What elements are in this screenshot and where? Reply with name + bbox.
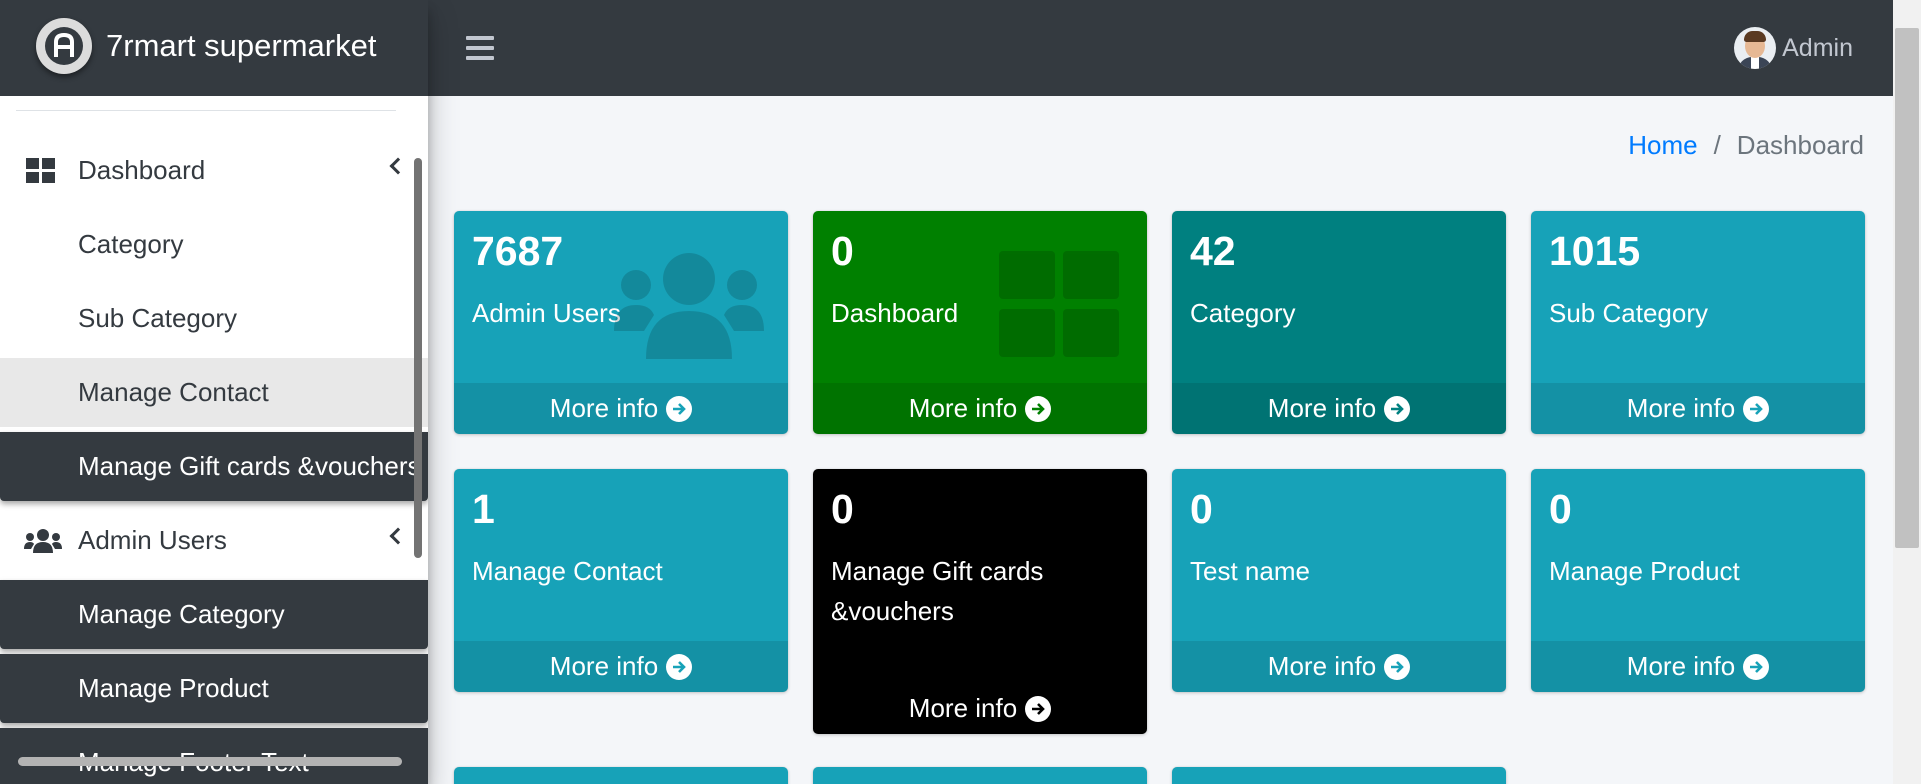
sidebar-menu: Dashboard Category Sub Category Manage C… — [0, 136, 428, 784]
user-name[interactable]: Admin — [1782, 34, 1853, 63]
arrow-circle-right-icon — [1743, 395, 1770, 422]
hamburger-icon-bar — [466, 46, 494, 50]
sidebar-divider — [16, 110, 396, 111]
box-count: 0 — [1549, 486, 1572, 532]
small-box-partial — [813, 767, 1147, 784]
sidebar-item-label: Category — [78, 229, 184, 259]
more-info-link[interactable]: More info — [1172, 641, 1506, 692]
small-box-manage-contact: 1 Manage Contact More info — [454, 469, 788, 692]
chevron-left-icon — [389, 157, 407, 175]
small-box-category: 42 Category More info — [1172, 211, 1506, 434]
brand-logo-icon — [45, 27, 83, 65]
small-box-partial — [454, 767, 788, 784]
sidebar-scrollbar-vertical[interactable] — [414, 158, 422, 558]
more-info-link[interactable]: More info — [813, 383, 1147, 434]
arrow-circle-right-icon — [666, 395, 693, 422]
brand-name: 7rmart supermarket — [106, 28, 377, 63]
small-box-admin-users: 7687 Admin Users More info — [454, 211, 788, 434]
more-info-link[interactable]: More info — [1531, 383, 1865, 434]
sidebar-item-category[interactable]: Category — [0, 210, 428, 279]
sidebar-item-label: Dashboard — [78, 155, 206, 185]
box-label: Manage Contact — [472, 556, 663, 586]
menu-toggle-button[interactable] — [466, 30, 494, 66]
sidebar-item-manage-footer-text[interactable]: Manage Footer Text — [0, 728, 428, 784]
sidebar-item-manage-product[interactable]: Manage Product — [0, 654, 428, 723]
box-label: Test name — [1190, 556, 1310, 586]
more-info-link[interactable]: More info — [813, 683, 1147, 734]
box-count: 0 — [831, 486, 854, 532]
sidebar-item-manage-category[interactable]: Manage Category — [0, 580, 428, 649]
box-label: Manage Gift cards &vouchers — [831, 556, 1044, 626]
brand-link[interactable]: 7rmart supermarket — [0, 0, 428, 96]
box-label: Sub Category — [1549, 298, 1708, 328]
arrow-circle-right-icon — [1025, 395, 1052, 422]
breadcrumb-current: Dashboard — [1736, 130, 1864, 160]
sidebar-item-manage-contact[interactable]: Manage Contact — [0, 358, 428, 427]
users-icon — [614, 253, 764, 359]
sidebar-item-label: Admin Users — [78, 525, 227, 555]
small-box-test-name: 0 Test name More info — [1172, 469, 1506, 692]
more-info-link[interactable]: More info — [454, 641, 788, 692]
more-info-link[interactable]: More info — [1531, 641, 1865, 692]
page-scrollbar-thumb[interactable] — [1895, 28, 1919, 548]
breadcrumb-separator: / — [1713, 130, 1721, 160]
sidebar-scrollbar-horizontal[interactable] — [18, 757, 402, 766]
box-count: 42 — [1190, 228, 1236, 274]
sidebar-item-label: Sub Category — [78, 303, 237, 333]
small-box-manage-product: 0 Manage Product More info — [1531, 469, 1865, 692]
users-icon — [24, 529, 62, 553]
arrow-circle-right-icon — [1384, 395, 1411, 422]
small-box-sub-category: 1015 Sub Category More info — [1531, 211, 1865, 434]
small-box-gift-cards: 0 Manage Gift cards &vouchers More info — [813, 469, 1147, 734]
chevron-left-icon — [389, 527, 407, 545]
arrow-circle-right-icon — [1743, 653, 1770, 680]
sidebar-item-manage-gift-cards[interactable]: Manage Gift cards &vouchers — [0, 432, 428, 501]
sidebar-item-label: Manage Category — [78, 599, 285, 629]
sidebar-item-dashboard[interactable]: Dashboard — [0, 136, 428, 205]
box-label: Manage Product — [1549, 556, 1740, 586]
sidebar-item-label: Manage Contact — [78, 377, 269, 407]
main-sidebar: 7rmart supermarket Dashboard Category Su… — [0, 0, 428, 784]
user-menu[interactable]: Admin — [1734, 24, 1853, 72]
sidebar-item-label: Manage Product — [78, 673, 269, 703]
sidebar-item-label: Manage Gift cards &vouchers — [78, 451, 421, 481]
box-count: 1015 — [1549, 228, 1641, 274]
avatar[interactable] — [1734, 27, 1777, 69]
hamburger-icon-bar — [466, 36, 494, 40]
hamburger-icon-bar — [466, 56, 494, 60]
sidebar-item-admin-users[interactable]: Admin Users — [0, 506, 428, 575]
small-box-dashboard: 0 Dashboard More info — [813, 211, 1147, 434]
arrow-circle-right-icon — [666, 653, 693, 680]
box-count: 1 — [472, 486, 495, 532]
small-box-partial — [1172, 767, 1506, 784]
arrow-circle-right-icon — [1025, 695, 1052, 722]
breadcrumb: Home / Dashboard — [1628, 130, 1864, 161]
breadcrumb-home-link[interactable]: Home — [1628, 130, 1697, 161]
th-large-icon — [26, 158, 55, 183]
arrow-circle-right-icon — [1384, 653, 1411, 680]
th-large-icon — [999, 251, 1119, 357]
more-info-link[interactable]: More info — [454, 383, 788, 434]
more-info-link[interactable]: More info — [1172, 383, 1506, 434]
brand-logo — [36, 18, 92, 74]
box-label: Category — [1190, 298, 1296, 328]
box-count: 0 — [1190, 486, 1213, 532]
sidebar-item-sub-category[interactable]: Sub Category — [0, 284, 428, 353]
